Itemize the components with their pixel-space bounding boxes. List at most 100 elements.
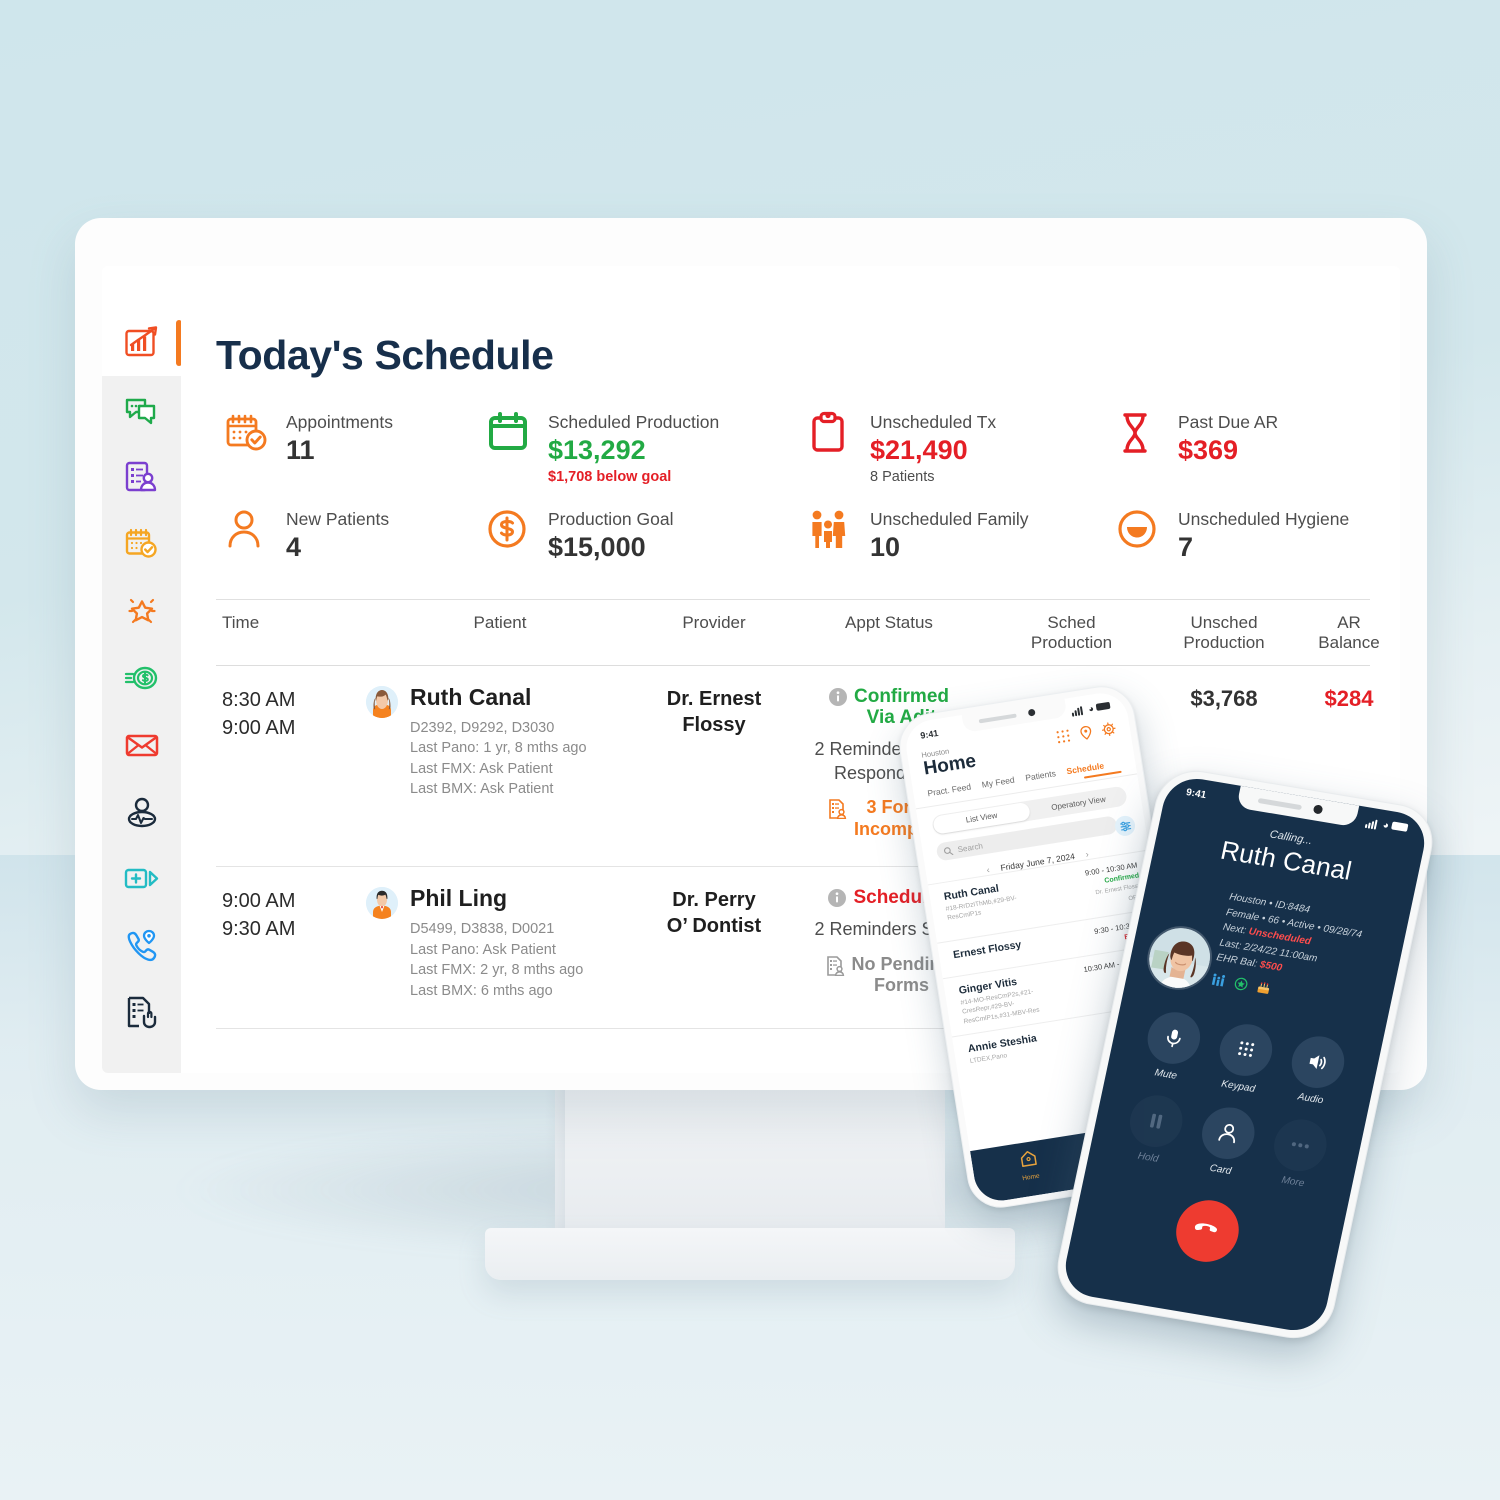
sidebar-item-dashboard[interactable] [102,309,182,376]
forms-icon[interactable] [829,799,847,820]
sched-production-line1: Sched [1047,612,1096,632]
kpi-unscheduled-family[interactable]: Unscheduled Family 10 [808,507,1116,563]
call-control-label: Card [1208,1162,1233,1177]
ar-balance-line1: AR [1337,612,1361,632]
family-icon [1211,973,1226,986]
tab-patients[interactable]: Patients [1025,768,1057,783]
call-control-label: More [1280,1174,1306,1189]
next-label: Next: [1221,921,1248,937]
info-icon[interactable] [828,889,847,908]
kpi-sub: $1,708 below goal [548,468,672,485]
call-control-hold[interactable]: Hold [1111,1089,1198,1169]
sidebar-item-teledentistry[interactable] [102,845,181,912]
bottom-nav-label: Home [1021,1172,1041,1182]
sidebar-item-phone[interactable] [102,912,181,979]
call-control-label: Keypad [1220,1078,1257,1095]
call-control-mute[interactable]: Mute [1129,1006,1216,1086]
coin-dollar-icon [124,666,157,689]
column-header-time: Time [222,612,260,632]
dollar-circle-icon [486,507,534,555]
column-header-appt-status: Appt Status [845,612,933,632]
star-circle-icon [1234,977,1248,990]
person-icon [224,507,272,555]
chevron-left-icon[interactable]: ‹ [986,865,991,875]
calendar-check-icon [224,410,272,458]
procedure-codes: D2392, D9292, D3030 [410,719,555,736]
column-header-unsched-production: Unsched Production [1159,613,1289,653]
kpi-sub: 8 Patients [870,468,935,485]
kpi-value: 11 [286,435,315,466]
kpi-value: $369 [1178,435,1239,466]
status-indicators: ◕ [1364,817,1409,835]
procedure-codes: D5499, D3838, D0021 [410,921,555,938]
patient-meta: D2392, D9292, D3030 Last Pano: 1 yr, 8 m… [410,718,587,800]
sidebar-item-patient-forms[interactable] [102,443,181,510]
patient-meta: D5499, D3838, D0021 Last Pano: Ask Patie… [410,919,583,1001]
kpi-label: Appointments [286,412,394,432]
pause-icon [1124,1090,1188,1151]
keypad-icon [1214,1019,1278,1080]
provider-line1: Dr. Perry [672,889,756,912]
gear-icon[interactable] [1101,721,1117,737]
sidebar-item-email-campaigns[interactable] [102,711,181,778]
column-header-patient: Patient [473,612,527,632]
segment-operatory-view[interactable]: Operatory View [1030,791,1127,815]
call-control-label: Mute [1153,1066,1178,1082]
last-fmx: Last FMX: Ask Patient [410,760,553,777]
end-call-button[interactable] [1170,1195,1245,1267]
filter-icon[interactable] [1113,814,1137,838]
info-icon[interactable] [829,687,847,706]
ar-balance-line2: Balance [1318,632,1380,652]
keypad-icon[interactable] [1055,728,1071,744]
person-icon [1197,1103,1260,1163]
sidebar-item-scheduling[interactable] [102,510,181,577]
kpi-appointments[interactable]: Appointments 11 [224,410,486,485]
status-time: 9:41 [1185,787,1208,802]
sidebar-item-reviews[interactable] [102,577,181,644]
monitor-neck [545,1085,945,1245]
chat-bubbles-icon [125,398,155,424]
kpi-label: Past Due AR [1178,412,1279,432]
family-icon [808,507,856,555]
front-camera [1027,708,1036,717]
sidebar-item-reports[interactable] [102,979,181,1046]
call-control-audio[interactable]: Audio [1273,1030,1360,1110]
status-text-line1: Confirmed [854,685,949,707]
provider-line2: O’ Dontist [666,915,762,938]
provider-line1: Dr. Ernest [666,687,762,710]
envelope-icon [125,734,158,756]
call-control-card[interactable]: Card [1183,1101,1270,1181]
call-control-keypad[interactable]: Keypad [1201,1018,1288,1098]
front-camera [1312,804,1324,815]
monitor-base [485,1228,1015,1280]
sidebar-item-payments[interactable] [102,644,181,711]
kpi-unscheduled-tx[interactable]: Unscheduled Tx $21,490 8 Patients [808,410,1116,485]
sidebar-item-messages[interactable] [102,376,181,443]
kpi-scheduled-production[interactable]: Scheduled Production $13,292 $1,708 belo… [486,410,808,485]
tab-pract-feed[interactable]: Pract. Feed [927,782,972,799]
sidebar-item-patient-profile[interactable] [102,778,181,845]
kpi-new-patients[interactable]: New Patients 4 [224,507,486,563]
kpi-label: Production Goal [548,508,674,529]
search-placeholder: Search [956,840,984,854]
star-sparkle-icon [127,598,156,623]
kpi-value: $21,490 [870,435,968,466]
location-pin-icon[interactable] [1078,725,1094,741]
bottom-nav-home[interactable]: Home [1018,1148,1041,1182]
segment-list-view[interactable]: List View [932,801,1031,835]
unsched-production-line2: Production [1183,632,1265,652]
kpi-production-goal[interactable]: Production Goal $15,000 [486,507,808,563]
cell-unsched-production: $3,768 [1190,685,1258,711]
forms-icon[interactable] [826,955,845,976]
cell-patient: Phil Ling D5499, D3838, D0021 Last Pano:… [366,887,634,1001]
page-title: Today's Schedule [216,332,554,378]
cell-time: 8:30 AM 9:00 AM [216,686,366,742]
appointment-patient-name: Ernest Flossy [952,938,1023,962]
tab-my-feed[interactable]: My Feed [981,775,1015,790]
chevron-right-icon[interactable]: › [1085,849,1090,859]
kpi-past-due-ar[interactable]: Past Due AR $369 [1116,410,1400,485]
call-control-more[interactable]: More [1256,1113,1343,1193]
kpi-unscheduled-hygiene[interactable]: Unscheduled Hygiene 7 [1116,507,1400,563]
search-icon [943,846,954,855]
avatar [366,887,398,920]
